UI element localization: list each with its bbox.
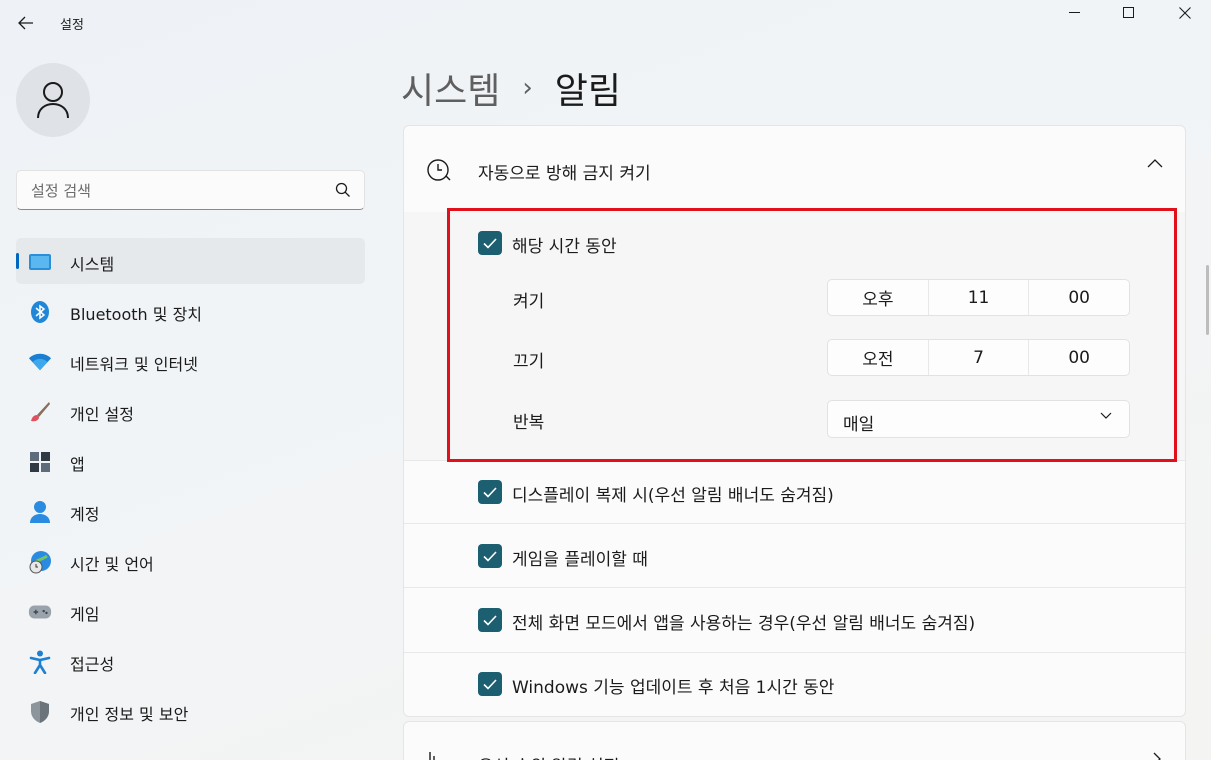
sidebar-item-bluetooth[interactable]: Bluetooth 및 장치	[16, 288, 365, 334]
sidebar-item-label: 앱	[70, 455, 85, 474]
dnd-settings-card: 자동으로 방해 금지 켜기 해당 시간 동안 켜기 오후 11 00 끄기 오전…	[403, 125, 1186, 717]
chevron-down-icon	[1100, 412, 1112, 419]
option-checkbox-feature-update[interactable]	[478, 672, 502, 696]
search-input[interactable]	[31, 180, 331, 202]
bluetooth-icon	[28, 300, 52, 324]
on-ampm[interactable]: 오후	[828, 280, 929, 315]
sidebar-item-label: Bluetooth 및 장치	[70, 305, 203, 324]
option-label: 디스플레이 복제 시(우선 알림 배너도 숨겨짐)	[512, 486, 834, 506]
page-title: 알림	[554, 71, 622, 112]
search-icon[interactable]	[335, 182, 351, 198]
apps-icon	[28, 450, 52, 474]
checkmark-icon	[483, 237, 497, 249]
sidebar-item-apps[interactable]: 앱	[16, 438, 365, 484]
shield-icon	[28, 700, 52, 724]
off-ampm[interactable]: 오전	[828, 340, 929, 375]
sidebar-item-label: 계정	[70, 505, 100, 524]
option-label: 전체 화면 모드에서 앱을 사용하는 경우(우선 알림 배너도 숨겨짐)	[512, 614, 976, 634]
user-icon	[37, 82, 69, 119]
sidebar-item-personalization[interactable]: 개인 설정	[16, 388, 365, 434]
option-checkbox-duplicate-display[interactable]	[478, 480, 502, 504]
chevron-up-icon[interactable]	[1147, 158, 1163, 168]
on-time-label: 켜기	[513, 292, 545, 312]
close-icon	[1179, 7, 1191, 19]
avatar[interactable]	[16, 63, 90, 137]
app-title: 설정	[60, 18, 84, 33]
sidebar-item-label: 네트워크 및 인터넷	[70, 355, 198, 374]
off-minute[interactable]: 00	[1029, 340, 1129, 375]
checkmark-icon	[483, 678, 497, 690]
dnd-title: 자동으로 방해 금지 켜기	[478, 164, 651, 184]
maximize-button[interactable]	[1106, 0, 1152, 26]
sidebar-item-label: 게임	[70, 605, 100, 624]
option-checkbox-fullscreen[interactable]	[478, 608, 502, 632]
divider	[404, 523, 1185, 524]
option-label: 게임을 플레이할 때	[512, 550, 648, 570]
off-hour[interactable]: 7	[929, 340, 1030, 375]
divider	[404, 587, 1185, 588]
sidebar-item-label: 개인 설정	[70, 405, 134, 424]
sidebar-item-gaming[interactable]: 게임	[16, 588, 365, 634]
title-bar: 설정	[0, 0, 1211, 44]
clock-schedule-icon	[427, 159, 451, 181]
brush-icon	[28, 400, 52, 424]
minimize-icon	[1069, 12, 1080, 13]
breadcrumb-parent[interactable]: 시스템	[401, 62, 500, 114]
sidebar-item-label: 접근성	[70, 655, 115, 674]
sidebar-item-privacy[interactable]: 개인 정보 및 보안	[16, 688, 365, 734]
wifi-icon	[28, 350, 52, 374]
schedule-checkbox-label: 해당 시간 동안	[512, 237, 617, 257]
divider	[404, 652, 1185, 653]
sidebar-item-accessibility[interactable]: 접근성	[16, 638, 365, 684]
breadcrumb-separator: ›	[522, 73, 533, 103]
priority-notifications-card[interactable]: 우선 순위 알림 설정	[403, 721, 1186, 760]
scrollbar[interactable]	[1206, 265, 1209, 335]
back-button[interactable]	[12, 10, 40, 36]
accessibility-icon	[28, 650, 52, 674]
sidebar-item-label: 시간 및 언어	[70, 555, 154, 574]
sidebar-item-label: 개인 정보 및 보안	[70, 705, 189, 724]
repeat-dropdown[interactable]: 매일	[827, 400, 1130, 438]
maximize-icon	[1123, 7, 1134, 18]
option-label: Windows 기능 업데이트 후 처음 1시간 동안	[512, 678, 835, 698]
on-time-picker[interactable]: 오후 11 00	[827, 279, 1130, 316]
sidebar-item-time-language[interactable]: 시간 및 언어	[16, 538, 365, 584]
option-checkbox-gaming[interactable]	[478, 544, 502, 568]
priority-card-label: 우선 순위 알림 설정	[478, 752, 619, 760]
checkmark-icon	[483, 614, 497, 626]
close-button[interactable]	[1162, 0, 1208, 26]
breadcrumb: 시스템 › 알림	[401, 62, 621, 114]
checkmark-icon	[483, 486, 497, 498]
back-arrow-icon	[18, 16, 33, 30]
chevron-right-icon	[1153, 752, 1161, 760]
off-time-label: 끄기	[513, 352, 545, 372]
priority-icon	[429, 752, 435, 760]
active-indicator	[16, 253, 19, 269]
on-minute[interactable]: 00	[1029, 280, 1129, 315]
settings-search[interactable]	[16, 170, 365, 210]
sidebar-item-system[interactable]: 시스템	[16, 238, 365, 284]
schedule-checkbox[interactable]	[478, 231, 502, 255]
globe-clock-icon	[28, 550, 52, 574]
repeat-label: 반복	[513, 413, 545, 433]
sidebar-nav: 시스템 Bluetooth 및 장치 네트워크 및 인터넷 개인 설정 앱 계정	[16, 238, 365, 738]
repeat-value: 매일	[843, 415, 875, 435]
system-icon	[28, 250, 52, 274]
divider	[404, 460, 1185, 461]
account-icon	[28, 500, 52, 524]
gamepad-icon	[28, 600, 52, 624]
dnd-expander-header[interactable]: 자동으로 방해 금지 켜기	[404, 126, 1185, 212]
off-time-picker[interactable]: 오전 7 00	[827, 339, 1130, 376]
minimize-button[interactable]	[1052, 0, 1098, 26]
sidebar-item-accounts[interactable]: 계정	[16, 488, 365, 534]
sidebar-item-network[interactable]: 네트워크 및 인터넷	[16, 338, 365, 384]
sidebar-item-label: 시스템	[70, 255, 115, 274]
on-hour[interactable]: 11	[929, 280, 1030, 315]
checkmark-icon	[483, 550, 497, 562]
